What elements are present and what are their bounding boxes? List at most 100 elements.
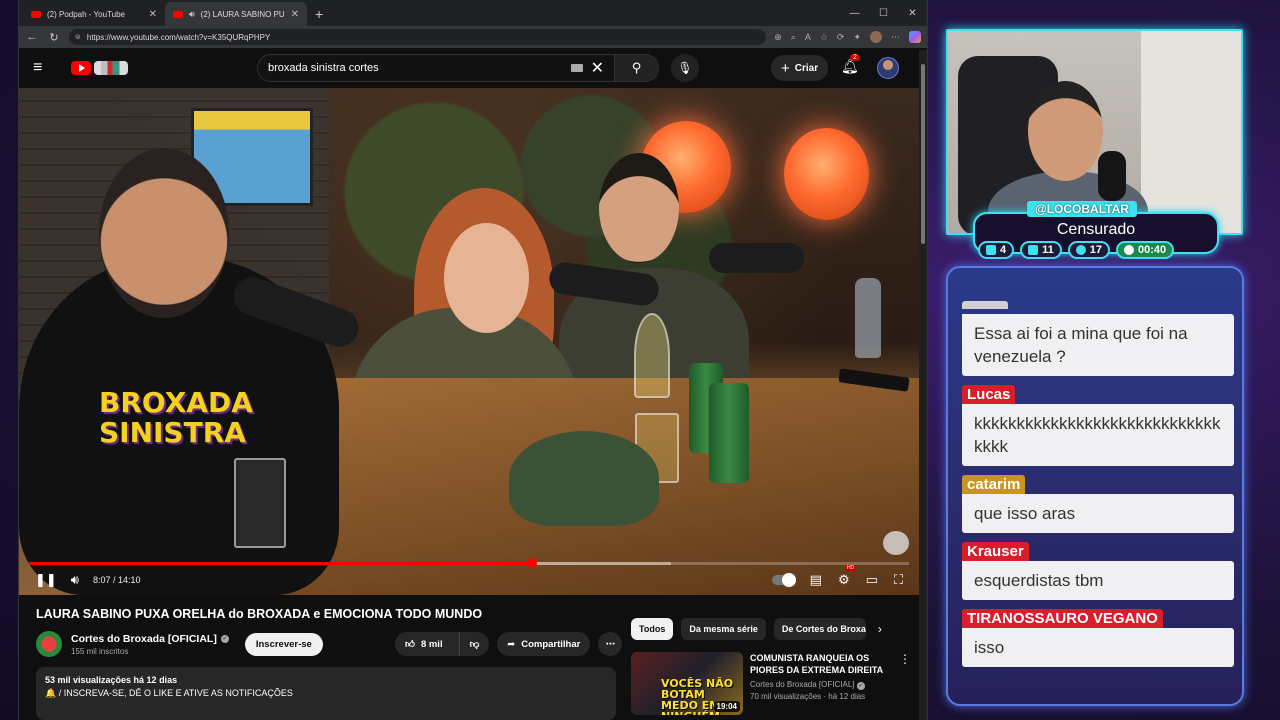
channel-watermark <box>883 531 909 555</box>
fullscreen-icon[interactable]: ⛶ <box>894 572 903 588</box>
recommended-title[interactable]: COMUNISTA RANQUEIA OS PIORES DA EXTREMA … <box>750 652 892 676</box>
reload-icon[interactable]: ↻ <box>47 31 61 44</box>
recommended-video[interactable]: VOCÊS NÃO BOTAM MEDO EM NINGUÉM 19:04 CO… <box>631 652 911 718</box>
notifications-button[interactable]: 🔔︎ 2 <box>841 54 860 75</box>
chat-message: TIRANOSSAURO VEGANO isso <box>962 609 1234 667</box>
whatsapp-icon <box>1124 245 1135 255</box>
theater-mode-icon[interactable]: ▭ <box>866 572 878 588</box>
notification-count: 2 <box>850 54 860 61</box>
youtube-doodle-icon <box>94 61 128 75</box>
tab-podpah[interactable]: (2) Podpah - YouTube ✕ <box>23 2 165 26</box>
stat-chat: 4 <box>978 241 1015 259</box>
youtube-logo[interactable] <box>71 61 128 75</box>
share-button[interactable]: ➦ Compartilhar <box>497 632 591 656</box>
install-icon[interactable]: ⊕ <box>774 32 782 43</box>
keyboard-icon[interactable] <box>570 64 583 72</box>
chat-username: Lucas <box>962 385 1016 404</box>
voice-search-button[interactable]: 🎙︎ <box>671 54 699 82</box>
subtitles-icon[interactable]: ▤ <box>810 572 822 588</box>
autoplay-toggle[interactable] <box>771 573 796 587</box>
maximize-icon[interactable]: ☐ <box>869 0 898 26</box>
chat-username <box>962 301 1008 309</box>
more-actions-button[interactable]: ⋯ <box>598 632 623 656</box>
youtube-play-icon <box>71 61 91 75</box>
search-bar: broxada sinistra cortes ✕ ⚲ <box>257 54 659 82</box>
menu-icon[interactable]: ≡ <box>33 59 55 77</box>
chat-text: esquerdistas tbm <box>962 561 1234 600</box>
channel-info: Cortes do Broxada [OFICIAL] ✓ 155 mil in… <box>71 633 229 656</box>
create-button[interactable]: + Criar <box>771 55 829 81</box>
tab-laura-sabino[interactable]: 🔊︎ (2) LAURA SABINO PUXA OR ✕ <box>165 2 307 26</box>
tab-title: (2) LAURA SABINO PUXA OR <box>200 9 285 19</box>
verified-icon: ✓ <box>856 682 865 690</box>
chat-username: TIRANOSSAURO VEGANO <box>962 609 1163 628</box>
chat-text: que isso aras <box>962 494 1234 533</box>
stat-youtube: 11 <box>1020 241 1062 259</box>
close-tab-icon[interactable]: ✕ <box>291 9 299 20</box>
like-count: 8 mil <box>420 638 443 650</box>
subscribe-button[interactable]: Inscrever-se <box>244 632 323 656</box>
url-field[interactable]: ⊜ https://www.youtube.com/watch?v=K35QUR… <box>69 29 767 45</box>
search-button[interactable]: ⚲ <box>615 54 659 82</box>
channel-name[interactable]: Cortes do Broxada [OFICIAL] ✓ <box>71 633 229 645</box>
search-icon: ⚲ <box>631 60 642 75</box>
verified-icon: ✓ <box>220 634 229 643</box>
favorite-star-icon[interactable]: ☆ <box>820 32 828 43</box>
youtube-header: ≡ broxada sinistra cortes ✕ ⚲ 🎙︎ + Criar… <box>19 48 927 88</box>
like-button[interactable]: 👍︎ 8 mil <box>395 632 453 656</box>
speaker-icon[interactable]: 🔊︎ <box>189 9 195 20</box>
stat-whatsapp: 00:40 <box>1116 241 1175 259</box>
new-tab-icon[interactable]: + <box>307 6 331 26</box>
chip-same-series[interactable]: Da mesma série <box>681 618 766 640</box>
page-scrollbar[interactable] <box>919 50 927 720</box>
tab-title: (2) Podpah - YouTube <box>47 9 125 19</box>
channel-avatar[interactable] <box>36 631 62 657</box>
video-player[interactable]: BROXADA SINISTRA ❚❚ 🔊︎ 8:07 / 14:10 ▤ ⚙ … <box>19 88 919 595</box>
kebab-menu-icon[interactable]: ⋮ <box>899 652 911 718</box>
search-input[interactable]: broxada sinistra cortes ✕ <box>257 54 615 82</box>
chat-message: Essa ai foi a mina que foi na venezuela … <box>962 296 1234 376</box>
shirt-line-1: BROXADA <box>99 386 253 419</box>
background-door <box>1141 31 1241 233</box>
chip-todos[interactable]: Todos <box>631 618 674 640</box>
recommendation-chips: Todos Da mesma série De Cortes do Broxad… <box>631 618 882 640</box>
refresh-ext-icon[interactable]: ⟳ <box>837 32 845 43</box>
video-duration: 19:04 <box>713 701 740 712</box>
clear-search-icon[interactable]: ✕ <box>591 58 604 78</box>
chip-from-channel[interactable]: De Cortes do Broxada <box>773 618 866 640</box>
more-menu-icon[interactable]: ⋯ <box>891 32 900 43</box>
account-avatar[interactable] <box>877 57 899 79</box>
recommended-channel-name[interactable]: Cortes do Broxada [OFICIAL] <box>750 680 855 689</box>
profile-avatar-icon[interactable] <box>870 31 882 43</box>
volume-icon[interactable]: 🔊︎ <box>71 572 79 588</box>
podcast-mic <box>709 243 804 273</box>
copilot-icon[interactable] <box>909 31 921 43</box>
browser-window: (2) Podpah - YouTube ✕ 🔊︎ (2) LAURA SABI… <box>18 0 928 720</box>
streamer-face <box>1028 81 1103 181</box>
recommended-info: COMUNISTA RANQUEIA OS PIORES DA EXTREMA … <box>750 652 892 718</box>
share-label: Compartilhar <box>521 638 581 650</box>
stream-status: Censurado <box>1056 221 1136 238</box>
zoom-icon[interactable]: ⌕ <box>791 32 796 43</box>
youtube-icon <box>1028 245 1039 255</box>
extensions-icon[interactable]: ✦ <box>853 32 861 43</box>
chevron-right-icon[interactable]: › <box>878 622 882 636</box>
read-aloud-icon[interactable]: A <box>805 32 811 42</box>
scrollbar-thumb[interactable] <box>921 64 925 244</box>
settings-button[interactable]: ⚙ HD <box>837 565 856 589</box>
description-box[interactable]: 53 mil visualizações há 12 dias 🔔 / INSC… <box>36 667 616 720</box>
like-dislike-group: 👍︎ 8 mil 👎︎ <box>395 632 490 656</box>
gear-icon: ⚙ <box>837 572 850 587</box>
green-cap <box>509 431 659 526</box>
recommended-thumbnail[interactable]: VOCÊS NÃO BOTAM MEDO EM NINGUÉM 19:04 <box>631 652 743 715</box>
dislike-button[interactable]: 👎︎ <box>458 632 490 656</box>
youtube-favicon-icon <box>31 10 41 18</box>
minimize-icon[interactable]: — <box>840 0 869 26</box>
site-info-icon[interactable]: ⊜ <box>75 33 81 41</box>
url-text: https://www.youtube.com/watch?v=K35QURqP… <box>86 32 271 42</box>
close-window-icon[interactable]: ✕ <box>898 0 927 26</box>
back-icon[interactable]: ← <box>25 31 39 43</box>
chat-username: catarim <box>962 475 1026 494</box>
close-tab-icon[interactable]: ✕ <box>149 9 157 20</box>
pause-icon[interactable]: ❚❚ <box>35 572 57 588</box>
